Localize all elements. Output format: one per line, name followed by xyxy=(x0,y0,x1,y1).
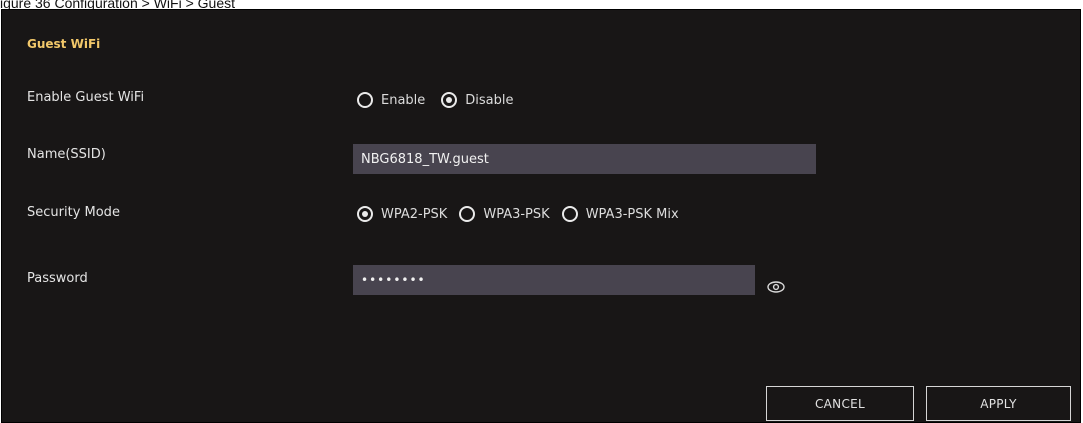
disable-radio-option[interactable]: Disable xyxy=(441,92,514,108)
ssid-label: Name(SSID) xyxy=(27,147,106,162)
disable-radio-label: Disable xyxy=(465,92,514,108)
security-mode-label: Security Mode xyxy=(27,205,120,220)
disable-radio-button[interactable] xyxy=(441,92,458,108)
wpa3-psk-mix-radio-option[interactable]: WPA3-PSK Mix xyxy=(561,206,679,222)
guest-wifi-panel: Guest WiFi Enable Guest WiFi Enable Disa… xyxy=(1,9,1081,423)
password-input[interactable]: •••••••• xyxy=(353,265,755,295)
eye-icon[interactable] xyxy=(767,280,785,294)
enable-radio-button[interactable] xyxy=(357,92,373,108)
password-label: Password xyxy=(27,271,88,286)
ssid-input[interactable]: NBG6818_TW.guest xyxy=(353,144,816,174)
enable-guest-wifi-radio-group: Enable Disable xyxy=(357,92,526,108)
wpa2-psk-radio-button[interactable] xyxy=(357,206,373,222)
wpa3-psk-radio-label: WPA3-PSK xyxy=(483,206,550,222)
enable-radio-option[interactable]: Enable xyxy=(357,92,425,108)
wpa3-psk-mix-radio-label: WPA3-PSK Mix xyxy=(585,206,679,222)
wpa2-psk-radio-label: WPA2-PSK xyxy=(381,206,448,222)
wpa2-psk-radio-option[interactable]: WPA2-PSK xyxy=(357,206,447,222)
wpa3-psk-radio-option[interactable]: WPA3-PSK xyxy=(459,206,550,222)
enable-guest-wifi-label: Enable Guest WiFi xyxy=(27,90,145,105)
enable-radio-label: Enable xyxy=(381,92,426,108)
wpa3-psk-radio-button[interactable] xyxy=(459,206,476,222)
apply-button[interactable]: APPLY xyxy=(926,386,1071,421)
cancel-button[interactable]: CANCEL xyxy=(766,386,914,421)
wpa3-psk-mix-radio-button[interactable] xyxy=(561,206,578,222)
security-mode-radio-group: WPA2-PSK WPA3-PSK WPA3-PSK Mix xyxy=(357,206,691,222)
section-title: Guest WiFi xyxy=(27,37,101,51)
